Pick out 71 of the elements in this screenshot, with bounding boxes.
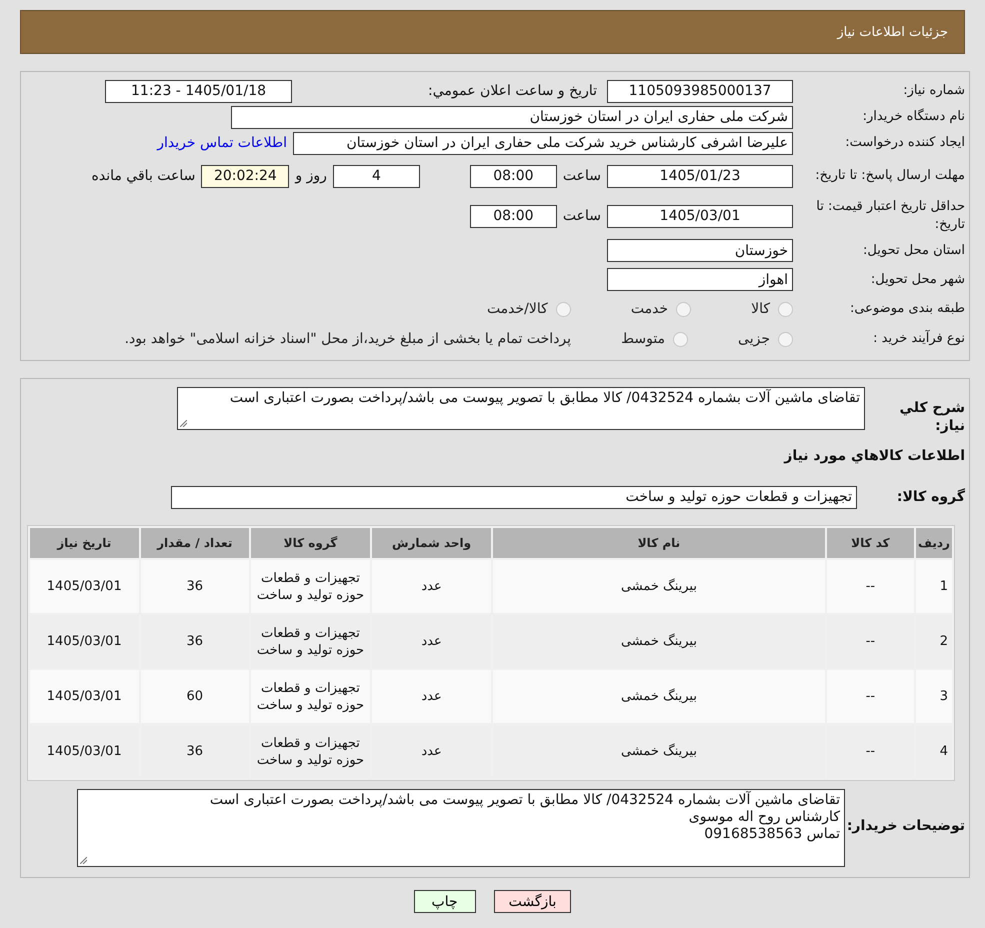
goods-group-field: تجهیزات و قطعات حوزه تولید و ساخت [171,486,857,508]
radio-label: جزیی [738,331,770,347]
radio-button[interactable] [778,302,793,316]
field-label: گروه کالا: [896,488,965,506]
radio-button[interactable] [676,302,692,316]
deadline-date-field: 1405/01/23 [607,164,793,188]
table-cell: 1405/03/01 [30,560,138,613]
print-button[interactable]: چاپ [414,890,476,913]
table-cell: 60 [140,670,249,723]
radio-button[interactable] [778,332,793,346]
deadline-time-field: 08:00 [470,164,557,188]
column-header: واحد شمارش [372,528,492,558]
remaining-time-field: 20:02:24 [201,164,290,188]
time-label: ساعت [562,168,601,184]
column-header: گروه کالا [250,528,370,558]
radio-label: کالا/خدمت [486,301,548,317]
column-header: کد کالا [826,528,914,558]
table-cell: 3 [916,670,952,723]
buyer-notes-field: تقاضای ماشین آلات بشماره 0432524/ کالا مطابق با تصویر پیوست می باشد/پرداخت بصورت اعتباری است کارشناس روح اله موسوی تماس 09168538563 [77,789,845,867]
back-button[interactable]: بازگشت [494,890,572,913]
field-label: استان محل تحویل: [862,242,965,260]
radio-label: خدمت [630,301,668,317]
column-header: تاريخ نياز [30,528,138,558]
table-cell: عدد [372,560,492,613]
validity-time-field: 08:00 [470,204,557,228]
table-cell: عدد [372,670,492,723]
field-label: نام دستگاه خريدار: [862,108,965,126]
field-label: حداقل تاریخ اعتبار قیمت: تا تاریخ: [815,198,965,234]
header-title: جزئیات اطلاعات نیاز [837,24,948,40]
days-label: روز و [295,168,327,184]
field-label: مهلت ارسال پاسخ: تا تاریخ: [814,167,965,185]
buyer-contact-link[interactable]: اطلاعات تماس خریدار [157,135,287,151]
announce-date-field: 1405/01/18 - 11:23 [105,80,292,102]
table-cell: 36 [140,560,249,613]
table-cell: 1 [916,560,952,613]
table-cell: 1405/03/01 [30,670,138,723]
table-cell: -- [826,670,914,723]
table-cell: تجهیزات و قطعات حوزه تولید و ساخت [250,560,370,613]
remaining-label: ساعت باقي مانده [92,168,196,184]
column-header: رديف [916,528,952,558]
radio-button[interactable] [673,332,688,346]
resize-grip-icon[interactable] [80,857,87,864]
field-label: شماره نیاز: [902,82,965,100]
buyer-field: شرکت ملی حفاری ایران در استان خوزستان [231,106,793,128]
requester-field: علیرضا اشرفی کارشناس خرید شرکت ملی حفاری ایران در استان خوزستان [293,132,793,154]
days-field: 4 [332,164,420,188]
field-label: تاریخ و ساعت اعلان عمومي: [427,83,597,99]
column-header: نام کالا [493,528,825,558]
field-label: ایجاد کننده درخواست: [844,134,965,152]
need-number-field: 1105093985000137 [607,80,793,102]
resize-grip-icon[interactable] [180,420,187,427]
table-cell: بیرینگ خمشی [493,560,825,613]
field-label: شرح کلي نياز: [898,399,965,435]
province-field: خوزستان [607,239,793,262]
validity-date-field: 1405/03/01 [607,204,793,228]
payment-note: پرداخت تمام یا بخشی از مبلغ خرید،از محل "اسناد خزانه اسلامی" خواهد بود. [124,331,572,347]
field-label: طبقه بندی موضوعی: [848,300,965,318]
table-cell: تجهیزات و قطعات حوزه تولید و ساخت [250,670,370,723]
radio-label: کالا [751,301,770,317]
table-cell: بیرینگ خمشی [493,670,825,723]
field-label: نوع فرآیند خرید : [872,330,965,348]
section-heading: اطلاعات کالاهاي مورد نياز [784,448,965,464]
time-label: ساعت [562,208,601,224]
table-cell: -- [826,560,914,613]
description-field: تقاضای ماشین آلات بشماره 0432524/ کالا مطابق با تصویر پیوست می باشد/پرداخت بصورت اعتباری است [177,387,865,430]
radio-label: متوسط [621,331,666,347]
field-label: شهر محل تحویل: [870,270,965,288]
city-field: اهواز [607,268,793,291]
field-label: توضیحات خریدار: [846,817,965,835]
column-header: تعداد / مقدار [140,528,249,558]
radio-button[interactable] [556,302,571,316]
